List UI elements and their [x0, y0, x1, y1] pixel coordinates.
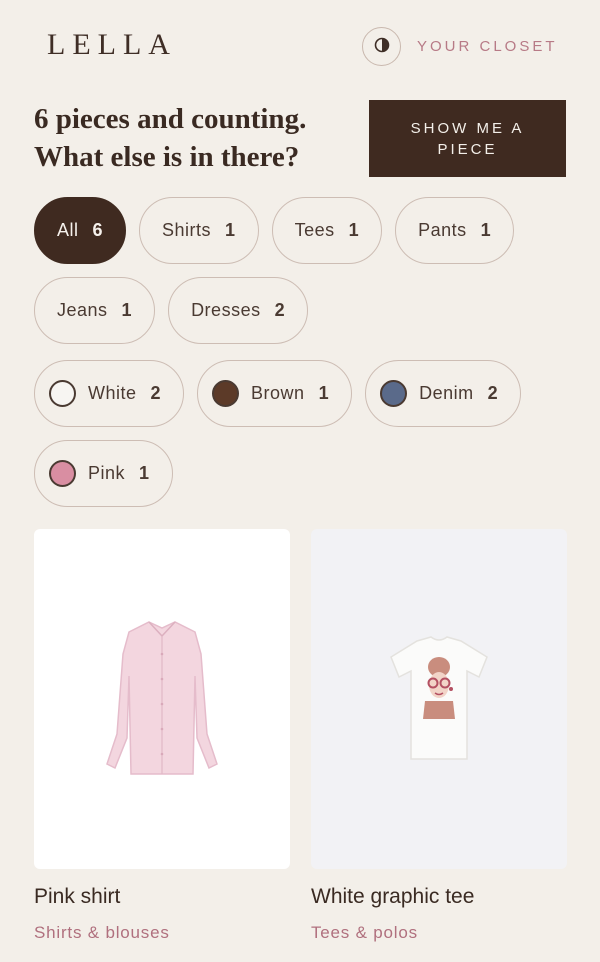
product-image[interactable]	[311, 529, 567, 869]
pink-shirt-icon	[106, 621, 218, 775]
color-filters-row-2: Pink 1	[34, 440, 173, 507]
color-filters-row-1: White 2 Brown 1 Denim 2	[34, 360, 522, 427]
theme-toggle-button[interactable]	[362, 27, 401, 66]
chip-label: Pink	[88, 463, 126, 483]
chip-count: 1	[225, 220, 236, 240]
filter-chip-jeans[interactable]: Jeans 1	[34, 277, 156, 344]
chip-count: 1	[121, 300, 133, 320]
product-name[interactable]: Pink shirt	[34, 885, 290, 909]
color-chip-white[interactable]: White 2	[34, 360, 185, 427]
page-headline: 6 pieces and counting. What else is in t…	[34, 103, 307, 173]
chip-label: Denim	[419, 383, 474, 403]
your-closet-link[interactable]: YOUR CLOSET	[417, 38, 558, 55]
chip-label: White	[88, 383, 137, 403]
color-swatch	[49, 380, 76, 407]
product-image[interactable]	[34, 529, 290, 869]
filter-chip-pants[interactable]: Pants 1	[395, 197, 515, 264]
chip-count: 2	[274, 300, 286, 320]
chip-label: All	[57, 220, 79, 240]
chip-count: 1	[480, 220, 492, 240]
product-category: Tees & polos	[311, 923, 418, 942]
product-name[interactable]: White graphic tee	[311, 885, 567, 909]
product-card[interactable]: Pink shirt Shirts & blouses	[34, 529, 290, 943]
show-me-a-piece-button[interactable]: SHOW ME A PIECE	[369, 100, 566, 177]
filter-chip-shirts[interactable]: Shirts 1	[139, 197, 259, 264]
chip-count: 2	[150, 383, 162, 403]
color-swatch	[49, 460, 76, 487]
category-filters-row-2: Jeans 1 Dresses 2	[34, 277, 309, 344]
half-circle-contrast-icon	[374, 37, 390, 56]
color-swatch	[212, 380, 240, 407]
color-chip-denim[interactable]: Denim 2	[365, 360, 522, 427]
product-category: Shirts & blouses	[34, 923, 170, 942]
chip-label: Dresses	[191, 300, 261, 320]
filter-chip-dresses[interactable]: Dresses 2	[168, 277, 309, 344]
chip-label: Brown	[251, 383, 305, 403]
chip-count: 1	[139, 463, 150, 483]
chip-label: Tees	[294, 220, 335, 240]
category-filters-row-1: All 6 Shirts 1 Tees 1 Pants 1	[34, 197, 515, 264]
header: LELLA YOUR CLOSET	[0, 0, 600, 92]
chip-count: 2	[487, 383, 499, 403]
chip-count: 1	[318, 383, 330, 403]
color-chip-pink[interactable]: Pink 1	[34, 440, 173, 507]
graphic-tee-icon	[390, 636, 488, 760]
product-card[interactable]: White graphic tee Tees & polos	[311, 529, 567, 943]
chip-count: 1	[348, 220, 360, 240]
color-swatch	[380, 380, 408, 407]
color-chip-brown[interactable]: Brown 1	[197, 360, 353, 427]
chip-label: Jeans	[57, 300, 108, 320]
chip-label: Shirts	[162, 220, 212, 240]
filter-chip-tees[interactable]: Tees 1	[271, 197, 383, 264]
brand-logo[interactable]: LELLA	[47, 28, 177, 62]
filter-chip-all[interactable]: All 6	[34, 197, 127, 264]
chip-count: 6	[92, 220, 104, 240]
chip-label: Pants	[418, 220, 467, 240]
